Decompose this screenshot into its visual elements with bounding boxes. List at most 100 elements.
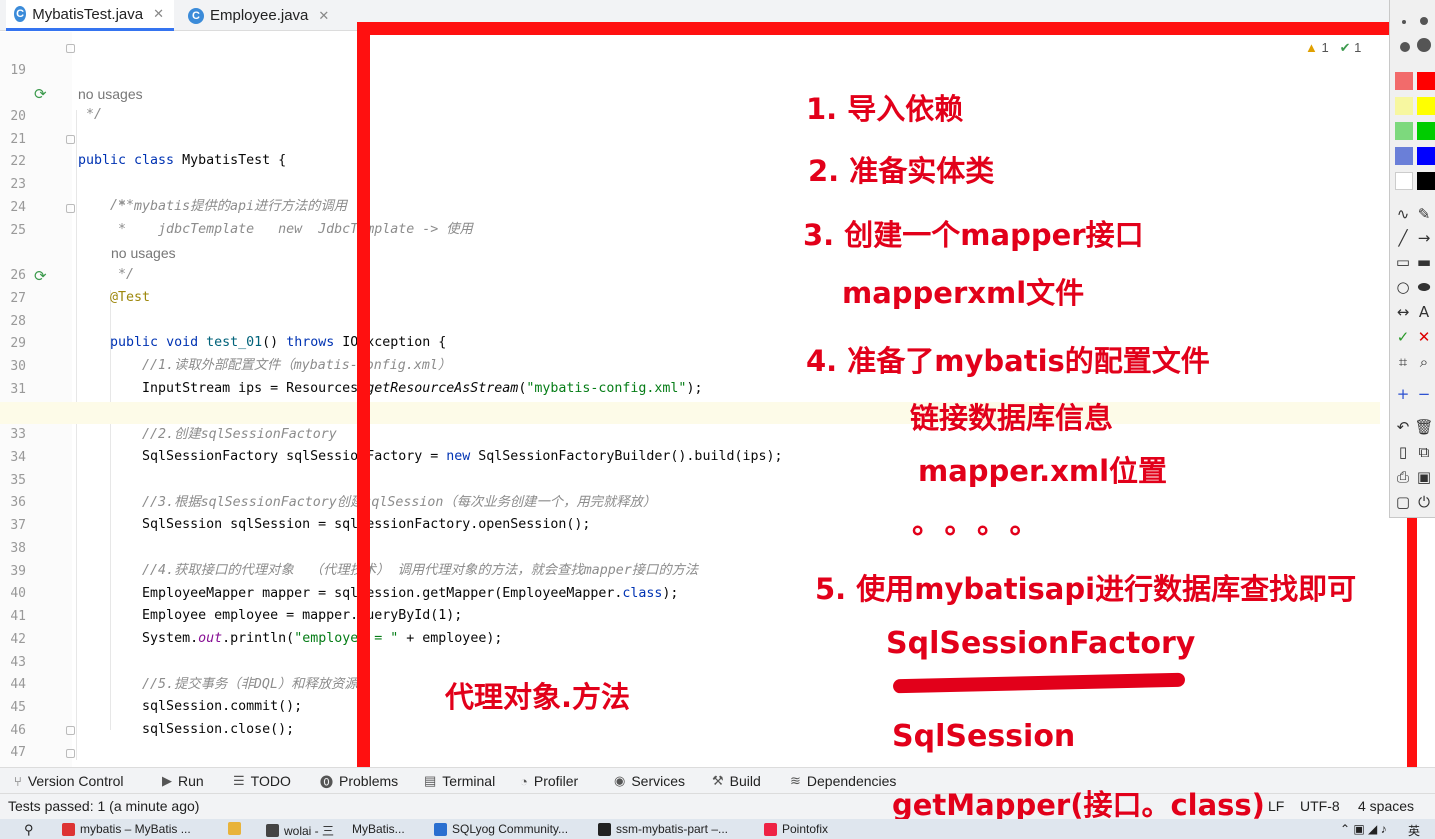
tool-build[interactable]: ⚒ Build xyxy=(712,768,761,794)
highlighter-icon[interactable]: ✎ xyxy=(1414,204,1434,224)
text-icon[interactable]: A xyxy=(1414,302,1434,322)
color-swatch-green[interactable] xyxy=(1417,122,1435,140)
screen-icon[interactable]: ▢ xyxy=(1393,492,1413,512)
annotation-step-3: 3. 创建一个mapper接口 xyxy=(803,218,1144,252)
brush-size-medium-icon[interactable] xyxy=(1420,17,1428,25)
tool-label: Version Control xyxy=(27,773,124,789)
fold-icon[interactable] xyxy=(66,726,75,735)
run-test-icon[interactable]: ⟳ xyxy=(34,268,50,284)
status-message[interactable]: Tests passed: 1 (a minute ago) xyxy=(8,798,199,814)
tool-label: Profiler xyxy=(533,773,579,789)
color-swatch-light-red[interactable] xyxy=(1395,72,1413,90)
annotation-step-4b: 链接数据库信息 xyxy=(910,401,1114,435)
tool-problems[interactable]: ⓿ Problems xyxy=(320,768,398,794)
close-icon[interactable]: ✕ xyxy=(153,6,164,22)
trash-icon[interactable]: 🗑 xyxy=(1414,417,1434,437)
fold-icon[interactable] xyxy=(66,749,75,758)
run-test-icon[interactable]: ⟳ xyxy=(34,86,50,102)
taskbar-item-idea[interactable]: ssm-mybatis-part –... xyxy=(598,822,728,836)
sqlyog-icon xyxy=(434,822,447,836)
filled-rectangle-icon[interactable]: ▬ xyxy=(1414,252,1434,272)
folder-icon xyxy=(228,822,241,835)
taskbar-item-mybatis[interactable]: MyBatis... xyxy=(352,822,405,836)
tab-mybatistest[interactable]: C MybatisTest.java ✕ xyxy=(6,0,174,31)
annotation-sqlsessionfactory: SqlSessionFactory xyxy=(886,626,1196,661)
ellipse-icon[interactable]: ○ xyxy=(1393,277,1413,297)
tool-dependencies[interactable]: ≋ Dependencies xyxy=(790,768,896,794)
taskbar-item-pointofix[interactable]: Pointofix xyxy=(764,822,828,836)
profiler-icon: ◔ xyxy=(520,773,528,789)
save-icon[interactable]: ▣ xyxy=(1414,467,1434,487)
terminal-icon: ▤ xyxy=(424,773,437,788)
tool-label: Dependencies xyxy=(806,773,897,789)
print-icon[interactable]: ⎙ xyxy=(1393,467,1413,487)
annotation-sqlsession: SqlSession xyxy=(892,719,1076,754)
tab-label: MybatisTest.java xyxy=(32,5,144,23)
indent-setting[interactable]: 4 spaces xyxy=(1358,798,1414,814)
exit-icon[interactable]: ⏻ xyxy=(1414,492,1434,512)
tab-employee[interactable]: C Employee.java ✕ xyxy=(180,0,340,31)
brush-size-small-icon[interactable] xyxy=(1402,20,1406,24)
taskbar-label: ssm-mybatis-part –... xyxy=(616,822,729,836)
services-icon: ◉ xyxy=(614,773,626,788)
class-icon: C xyxy=(188,7,204,24)
annotation-step-5: 5. 使用mybatisapi进行数据库查找即可 xyxy=(815,572,1357,606)
taskbar-item-folder[interactable] xyxy=(228,822,246,835)
layers-icon: ≋ xyxy=(790,773,801,788)
brush-size-xlarge-icon[interactable] xyxy=(1417,38,1431,52)
line-ending[interactable]: LF xyxy=(1268,798,1284,814)
tool-label: Terminal xyxy=(442,773,496,789)
tool-run[interactable]: ▶ Run xyxy=(162,768,204,794)
color-swatch-white[interactable] xyxy=(1395,172,1413,190)
color-swatch-light-green[interactable] xyxy=(1395,122,1413,140)
copy-icon[interactable]: ⧉ xyxy=(1414,442,1434,462)
plus-icon[interactable]: + xyxy=(1393,384,1413,404)
annotation-step-1: 1. 导入依赖 xyxy=(806,92,964,126)
brush-size-large-icon[interactable] xyxy=(1400,42,1410,52)
taskbar-item-browser[interactable]: mybatis – MyBatis ... xyxy=(62,822,191,836)
fold-icon[interactable] xyxy=(66,135,75,144)
annotation-step-3b: mapperxml文件 xyxy=(842,276,1085,310)
cross-icon[interactable]: ✕ xyxy=(1414,327,1434,347)
tool-version-control[interactable]: ⑂ Version Control xyxy=(14,768,124,794)
line-icon[interactable]: ╱ xyxy=(1393,228,1413,248)
rectangle-icon[interactable]: ▭ xyxy=(1393,252,1413,272)
color-swatch-blue[interactable] xyxy=(1417,147,1435,165)
fold-icon[interactable] xyxy=(66,204,75,213)
tool-profiler[interactable]: ◔ Profiler xyxy=(520,768,578,794)
taskbar-item-wolai[interactable]: wolai - 三 xyxy=(266,822,334,839)
minus-icon[interactable]: − xyxy=(1414,384,1434,404)
filled-ellipse-icon[interactable]: ⬬ xyxy=(1414,277,1434,297)
close-icon[interactable]: ✕ xyxy=(318,8,329,24)
file-encoding[interactable]: UTF-8 xyxy=(1300,798,1340,814)
freehand-icon[interactable]: ∿ xyxy=(1393,204,1413,224)
taskbar-label: wolai - 三 xyxy=(284,824,335,838)
color-swatch-yellow[interactable] xyxy=(1417,97,1435,115)
fold-icon[interactable] xyxy=(66,44,75,53)
os-taskbar: ⚲ mybatis – MyBatis ... wolai - 三 MyBati… xyxy=(0,819,1435,839)
crop-icon[interactable]: ⌗ xyxy=(1393,352,1413,372)
taskbar-item-sqlyog[interactable]: SQLyog Community... xyxy=(434,822,568,836)
check-icon[interactable]: ✓ xyxy=(1393,327,1413,347)
color-swatch-light-blue[interactable] xyxy=(1395,147,1413,165)
annotation-step-4: 4. 准备了mybatis的配置文件 xyxy=(806,344,1210,378)
undo-icon[interactable]: ↶ xyxy=(1393,417,1413,437)
idea-icon xyxy=(598,822,611,836)
zoom-icon[interactable]: ⌕ xyxy=(1414,352,1434,372)
problems-icon: ⓿ xyxy=(320,774,334,790)
tool-terminal[interactable]: ▤ Terminal xyxy=(424,768,495,794)
tool-label: Build xyxy=(729,773,761,789)
color-swatch-black[interactable] xyxy=(1417,172,1435,190)
tool-services[interactable]: ◉ Services xyxy=(614,768,685,794)
double-arrow-icon[interactable]: ↔ xyxy=(1393,302,1413,322)
color-swatch-red[interactable] xyxy=(1417,72,1435,90)
arrow-icon[interactable]: → xyxy=(1414,228,1434,248)
input-language[interactable]: 英 xyxy=(1408,822,1420,839)
annotation-step-2: 2. 准备实体类 xyxy=(808,154,995,188)
tool-todo[interactable]: ☰ TODO xyxy=(233,768,291,794)
color-swatch-light-yellow[interactable] xyxy=(1395,97,1413,115)
new-page-icon[interactable]: ▯ xyxy=(1393,442,1413,462)
search-icon[interactable]: ⚲ xyxy=(24,822,34,838)
tray-icons[interactable]: ⌃ ▣ ◢ ♪ xyxy=(1340,822,1387,836)
tool-label: Services xyxy=(631,773,686,789)
